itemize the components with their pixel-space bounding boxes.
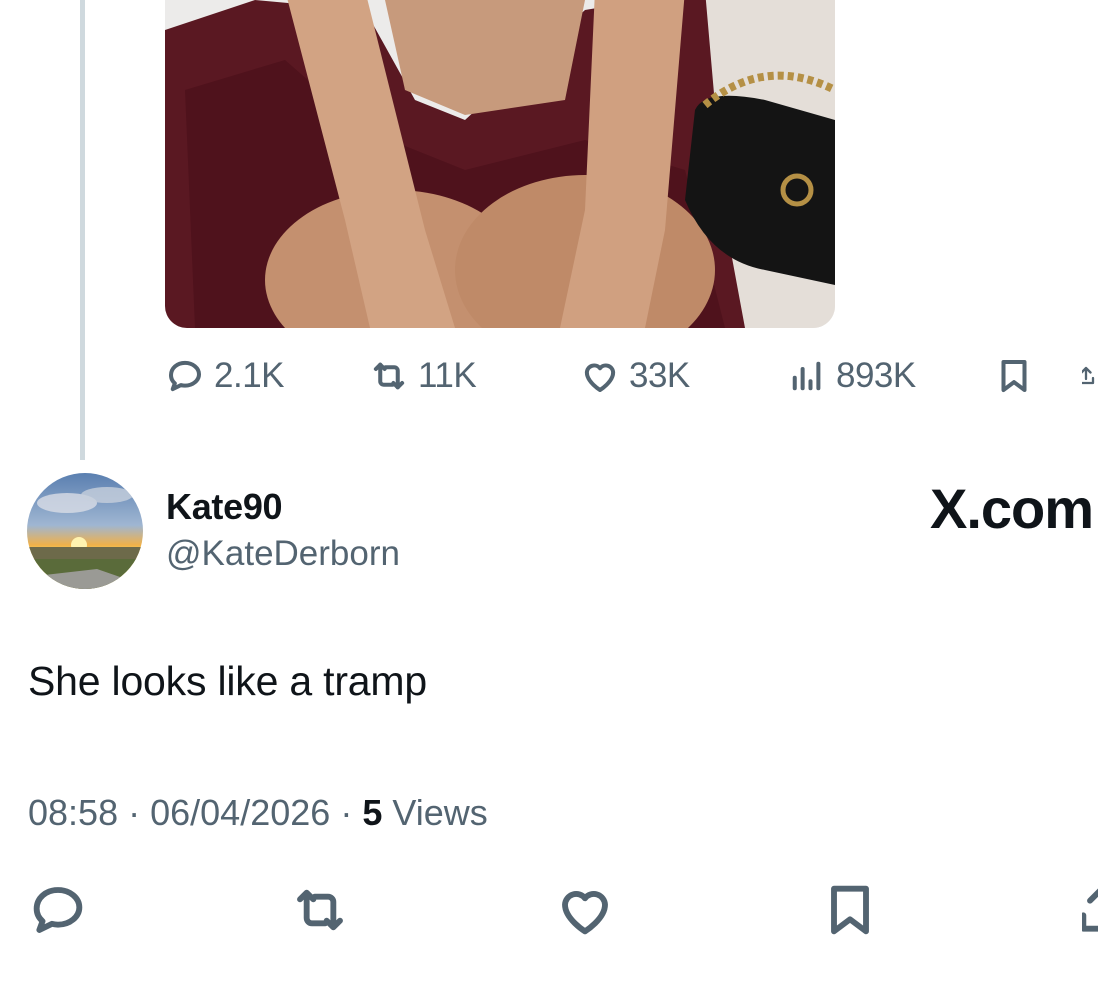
- repost-icon: [373, 362, 405, 390]
- like-count: 33K: [629, 356, 690, 395]
- share-icon: [1082, 888, 1098, 932]
- reply-count: 2.1K: [214, 356, 285, 395]
- repost-icon: [297, 889, 343, 931]
- sunset-landscape-avatar-image: [27, 473, 143, 589]
- like-action[interactable]: 33K: [579, 352, 690, 400]
- tweet-time[interactable]: 08:58: [28, 792, 118, 833]
- views-count: 893K: [836, 356, 916, 395]
- tweet-text: She looks like a tramp: [28, 658, 427, 704]
- bookmark-icon: [1001, 359, 1027, 393]
- views-number: 5: [362, 792, 383, 833]
- views-action[interactable]: 893K: [786, 352, 916, 400]
- reply-icon: [168, 360, 202, 392]
- share-action[interactable]: [1082, 352, 1098, 400]
- thread-connector-line: [80, 0, 85, 460]
- reply-action[interactable]: 2.1K: [164, 352, 285, 400]
- views-icon: [792, 361, 821, 391]
- separator: ·: [340, 792, 363, 833]
- photo-illustration: [165, 0, 835, 328]
- like-button[interactable]: [553, 878, 617, 942]
- bookmark-button[interactable]: [818, 878, 882, 942]
- tweet-media-image[interactable]: [165, 0, 835, 328]
- share-button[interactable]: [1082, 878, 1098, 942]
- reply-icon: [33, 887, 83, 933]
- bookmark-action[interactable]: [993, 352, 1035, 400]
- bookmark-icon: [831, 885, 869, 935]
- tweet-metadata: 08:58 · 06/04/2026 · 5 Views: [28, 792, 488, 834]
- reply-button[interactable]: [26, 878, 90, 942]
- like-icon: [562, 891, 608, 935]
- separator: ·: [128, 792, 151, 833]
- author-handle[interactable]: @KateDerborn: [166, 534, 400, 574]
- views-label: Views: [392, 792, 488, 833]
- repost-count: 11K: [418, 356, 477, 395]
- share-icon: [1082, 366, 1095, 385]
- repost-button[interactable]: [288, 878, 352, 942]
- repost-action[interactable]: 11K: [368, 352, 477, 400]
- like-icon: [584, 363, 616, 393]
- x-logo-text: X.com: [930, 477, 1094, 540]
- avatar[interactable]: [27, 473, 143, 589]
- author-display-name[interactable]: Kate90: [166, 486, 283, 528]
- tweet-date[interactable]: 06/04/2026: [150, 792, 330, 833]
